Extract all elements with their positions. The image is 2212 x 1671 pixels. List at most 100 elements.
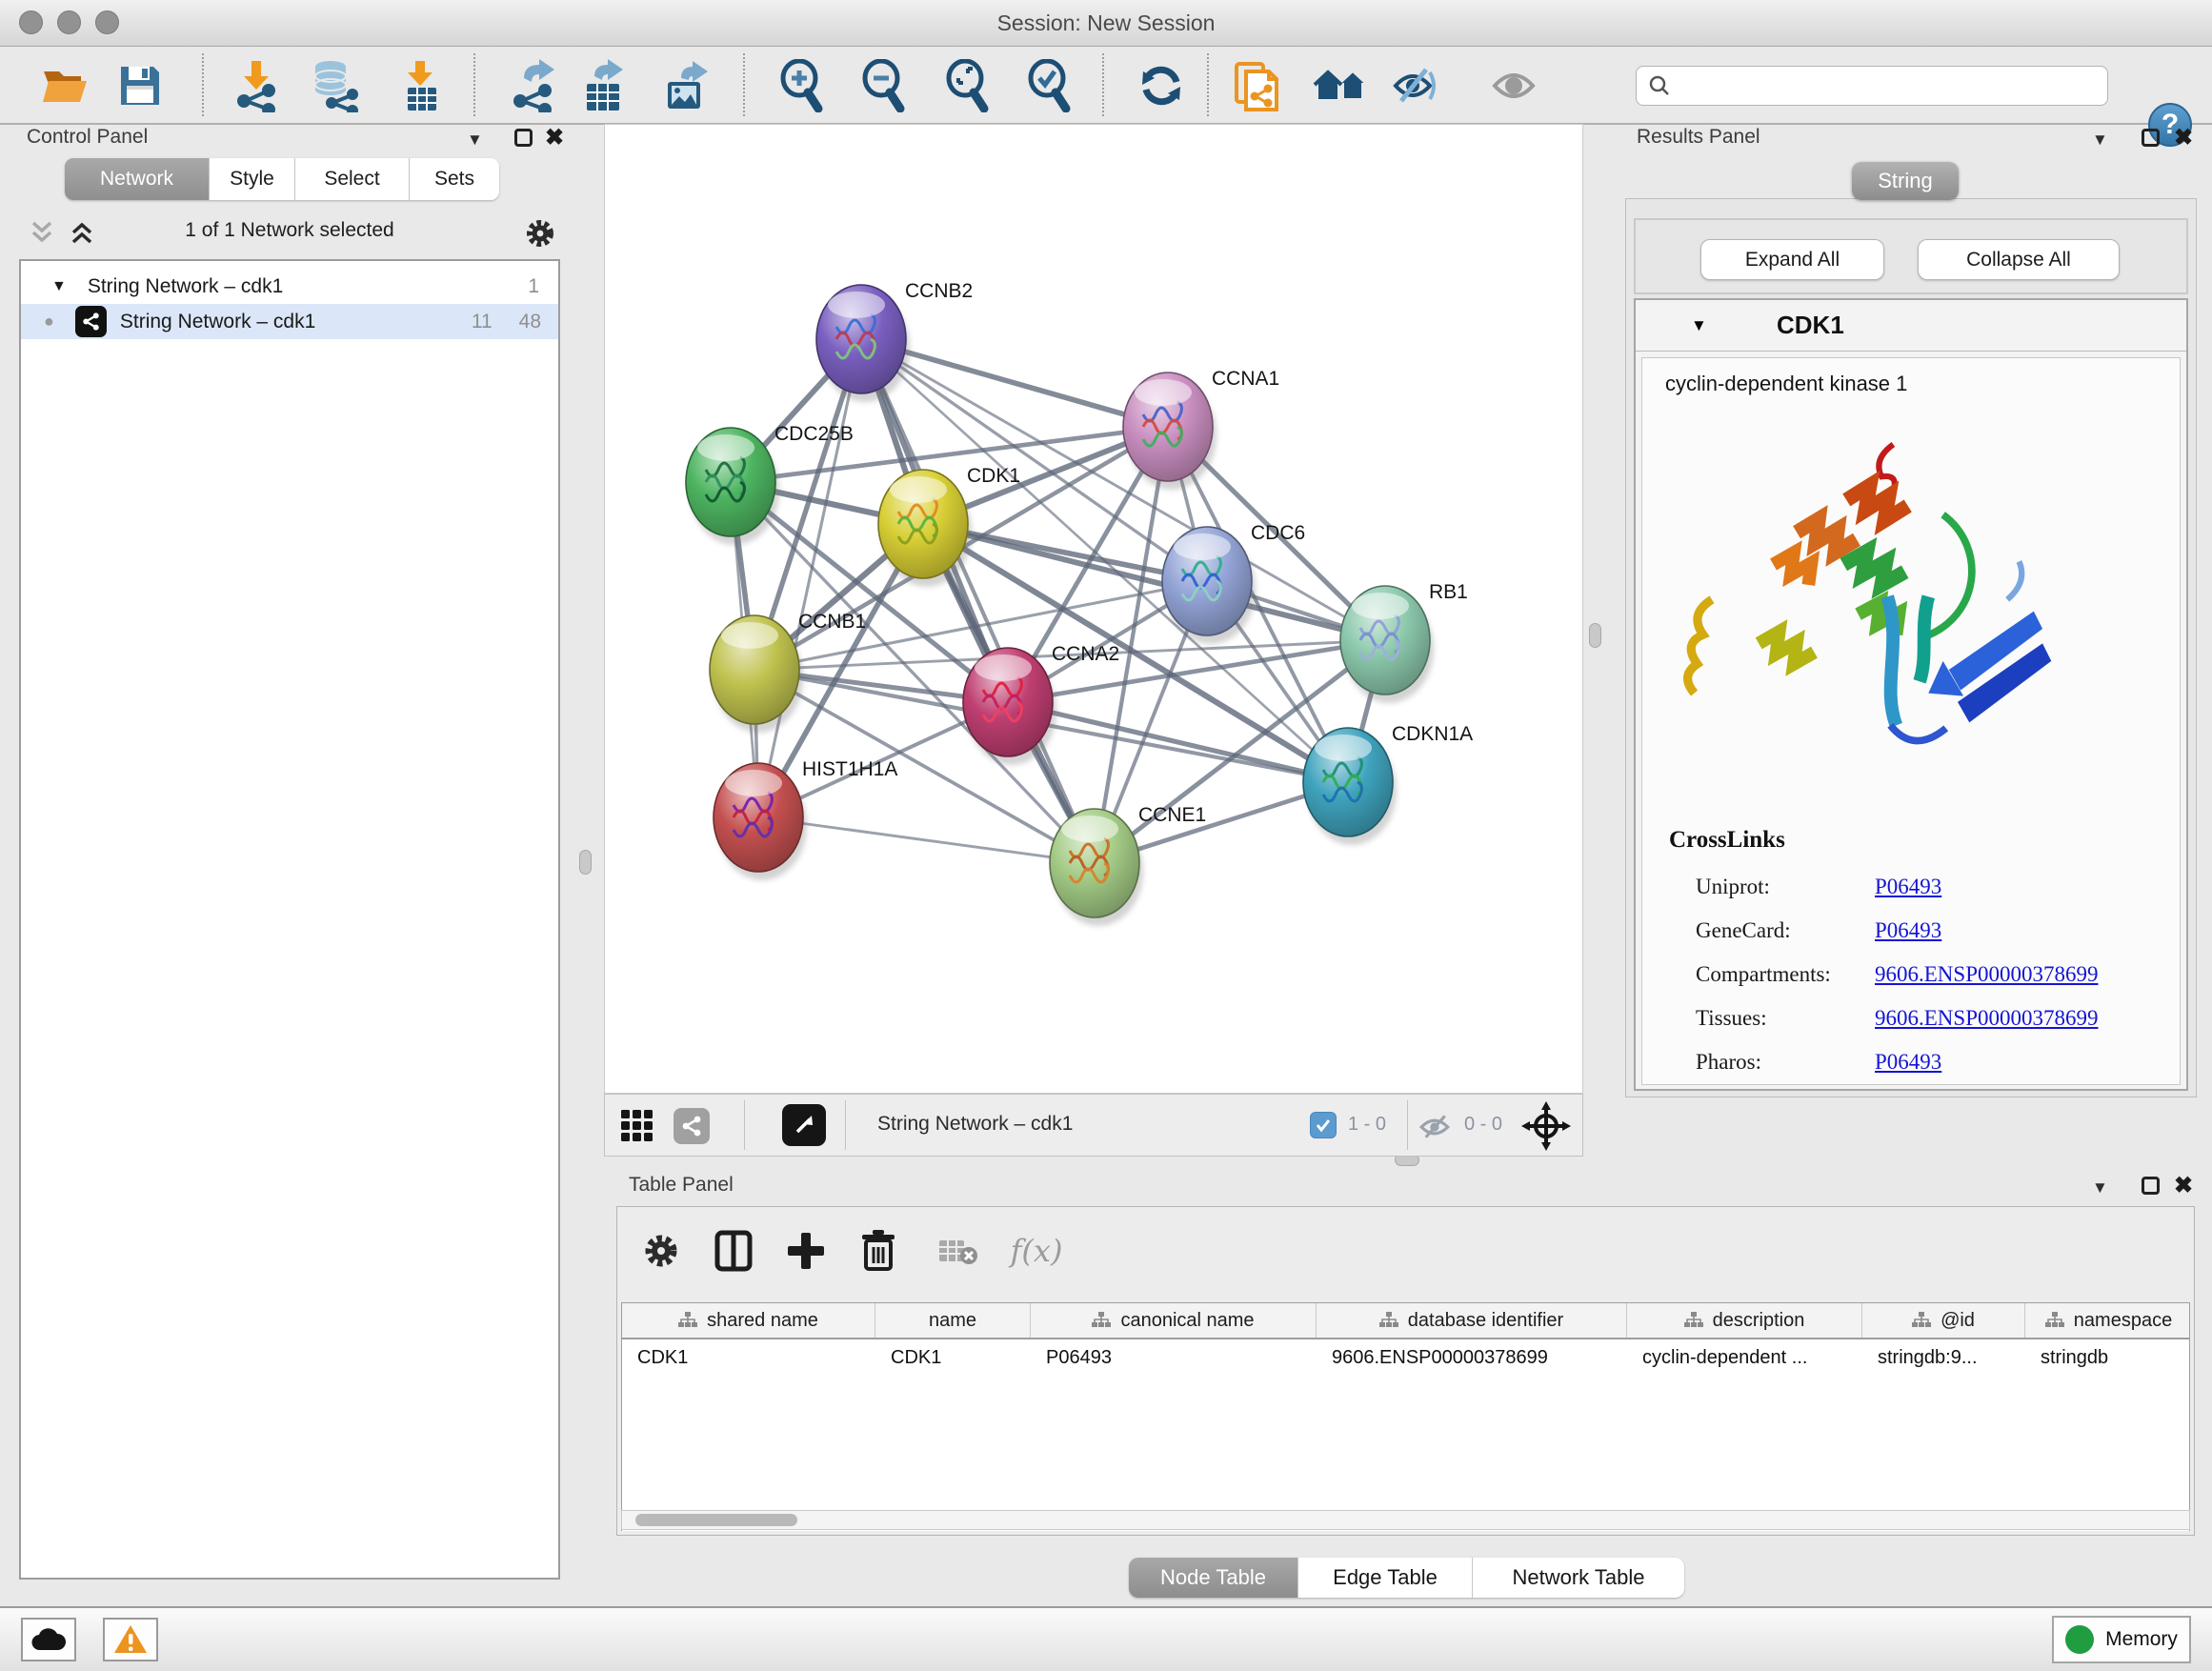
zoom-out-button[interactable] xyxy=(855,58,911,113)
network-view-canvas[interactable]: CCNB2CCNA1CDC25BCDK1CDC6RB1CCNB1CCNA2CDK… xyxy=(604,124,1583,1094)
network-edge[interactable] xyxy=(758,817,1095,863)
import-network-file-button[interactable] xyxy=(229,58,284,113)
export-table-button[interactable] xyxy=(577,58,633,113)
results-panel-float-icon[interactable] xyxy=(2142,129,2160,147)
network-node-hist1h1a[interactable] xyxy=(714,763,807,880)
network-edge[interactable] xyxy=(758,339,861,817)
show-hidden-button[interactable] xyxy=(1486,58,1541,113)
open-session-button[interactable] xyxy=(38,58,93,113)
control-panel-close-icon[interactable]: ✖ xyxy=(545,127,564,150)
column-header-name[interactable]: name xyxy=(875,1303,1031,1338)
table-cell[interactable]: stringdb:9... xyxy=(1862,1339,2025,1376)
control-panel-float-icon[interactable] xyxy=(514,129,533,147)
table-cell[interactable]: stringdb xyxy=(2025,1339,2190,1376)
column-header-shared-name[interactable]: shared name xyxy=(622,1303,875,1338)
crosslink-value-link[interactable]: P06493 xyxy=(1875,918,1941,943)
table-panel-float-icon[interactable] xyxy=(2142,1177,2160,1195)
table-cell[interactable]: CDK1 xyxy=(622,1339,875,1376)
function-builder-button[interactable]: f(x) xyxy=(998,1226,1075,1276)
right-splitter-handle[interactable] xyxy=(1589,623,1601,648)
search-input[interactable] xyxy=(1680,73,2096,98)
expand-all-button[interactable]: Expand All xyxy=(1700,239,1884,280)
memory-button[interactable]: Memory xyxy=(2052,1616,2191,1663)
column-header-canonical-name[interactable]: canonical name xyxy=(1031,1303,1317,1338)
network-row[interactable]: ● String Network – cdk1 11 48 xyxy=(21,304,558,339)
update-view-button[interactable] xyxy=(1134,58,1189,113)
network-list: ▼ String Network – cdk1 1 ● String Netwo… xyxy=(19,259,560,1580)
results-panel-menu-icon[interactable]: ▼ xyxy=(2092,131,2108,148)
tab-network-table[interactable]: Network Table xyxy=(1473,1558,1684,1598)
pan-crosshair-icon[interactable] xyxy=(1521,1101,1571,1151)
show-columns-button[interactable] xyxy=(707,1226,760,1276)
column-header-database-identifier[interactable]: database identifier xyxy=(1317,1303,1627,1338)
table-horizontal-scrollbar[interactable] xyxy=(621,1510,2190,1530)
crosslink-value-link[interactable]: 9606.ENSP00000378699 xyxy=(1875,962,2099,987)
zoom-in-button[interactable] xyxy=(774,58,829,113)
network-options-gear-icon[interactable] xyxy=(524,217,556,250)
import-table-file-button[interactable] xyxy=(394,58,450,113)
hide-selected-button[interactable] xyxy=(1389,58,1444,113)
network-node-ccna2[interactable] xyxy=(963,648,1056,765)
tab-node-table[interactable]: Node Table xyxy=(1129,1558,1298,1598)
tab-edge-table[interactable]: Edge Table xyxy=(1298,1558,1473,1598)
control-panel-menu-icon[interactable]: ▼ xyxy=(467,131,483,148)
collapse-all-button[interactable]: Collapse All xyxy=(1918,239,2120,280)
protein-section-header[interactable]: ▼ CDK1 xyxy=(1636,300,2186,352)
selected-checkbox-icon[interactable] xyxy=(1310,1112,1337,1138)
tab-sets[interactable]: Sets xyxy=(410,158,499,200)
network-node-cdkn1a[interactable] xyxy=(1303,728,1397,845)
network-node-ccnb2[interactable] xyxy=(816,285,910,402)
import-network-database-button[interactable] xyxy=(307,58,362,113)
network-edge[interactable] xyxy=(861,339,1095,863)
scrollbar-thumb[interactable] xyxy=(635,1514,797,1526)
tree-column-icon xyxy=(1092,1312,1111,1329)
zoom-selected-button[interactable] xyxy=(1021,58,1076,113)
crosslink-value-link[interactable]: P06493 xyxy=(1875,875,1941,899)
crosslink-value-link[interactable]: 9606.ENSP00000378699 xyxy=(1875,1006,2099,1031)
column-header-namespace[interactable]: namespace xyxy=(2025,1303,2190,1338)
network-share-view-icon[interactable] xyxy=(674,1108,710,1144)
results-panel-close-icon[interactable]: ✖ xyxy=(2174,127,2193,150)
table-row[interactable]: CDK1CDK1P064939606.ENSP00000378699cyclin… xyxy=(622,1339,2189,1376)
node-label: CCNB2 xyxy=(905,280,973,302)
create-column-button[interactable] xyxy=(779,1226,833,1276)
table-cell[interactable]: CDK1 xyxy=(875,1339,1031,1376)
cloud-icon xyxy=(31,1627,66,1652)
column-header-description[interactable]: description xyxy=(1627,1303,1862,1338)
collection-expand-icon[interactable]: ▼ xyxy=(51,278,67,295)
table-options-button[interactable] xyxy=(634,1226,688,1276)
table-panel-menu-icon[interactable]: ▼ xyxy=(2092,1179,2108,1196)
network-node-ccne1[interactable] xyxy=(1050,809,1143,926)
network-node-ccna1[interactable] xyxy=(1123,372,1217,490)
import-table-icon xyxy=(396,59,448,112)
delete-table-button[interactable] xyxy=(932,1226,985,1276)
tab-string[interactable]: String xyxy=(1852,162,1959,200)
table-cell[interactable]: 9606.ENSP00000378699 xyxy=(1317,1339,1627,1376)
zoom-fit-button[interactable] xyxy=(939,58,995,113)
warning-status-button[interactable] xyxy=(103,1618,158,1661)
left-splitter-handle[interactable] xyxy=(579,850,592,875)
network-collection-row[interactable]: ▼ String Network – cdk1 1 xyxy=(21,269,558,304)
table-cell[interactable]: cyclin-dependent ... xyxy=(1627,1339,1862,1376)
clone-network-button[interactable] xyxy=(1231,58,1286,113)
table-cell[interactable]: P06493 xyxy=(1031,1339,1317,1376)
network-node-ccnb1[interactable] xyxy=(710,615,803,733)
birds-eye-view-button[interactable] xyxy=(782,1104,826,1146)
tab-network[interactable]: Network xyxy=(65,158,210,200)
column-header--id[interactable]: @id xyxy=(1862,1303,2025,1338)
network-edge[interactable] xyxy=(1008,702,1348,782)
save-session-button[interactable] xyxy=(112,58,168,113)
tab-select[interactable]: Select xyxy=(295,158,410,200)
delete-column-button[interactable] xyxy=(852,1226,905,1276)
export-image-button[interactable] xyxy=(660,58,715,113)
grid-view-icon[interactable] xyxy=(620,1109,654,1143)
protein-collapse-icon[interactable]: ▼ xyxy=(1691,316,1707,335)
table-panel-close-icon[interactable]: ✖ xyxy=(2174,1175,2193,1198)
export-network-button[interactable] xyxy=(505,58,560,113)
show-home-button[interactable] xyxy=(1313,58,1368,113)
network-node-rb1[interactable] xyxy=(1340,586,1434,703)
tab-style[interactable]: Style xyxy=(210,158,295,200)
network-node-cdk1[interactable] xyxy=(878,470,972,587)
cloud-status-button[interactable] xyxy=(21,1618,76,1661)
crosslink-value-link[interactable]: P06493 xyxy=(1875,1050,1941,1075)
